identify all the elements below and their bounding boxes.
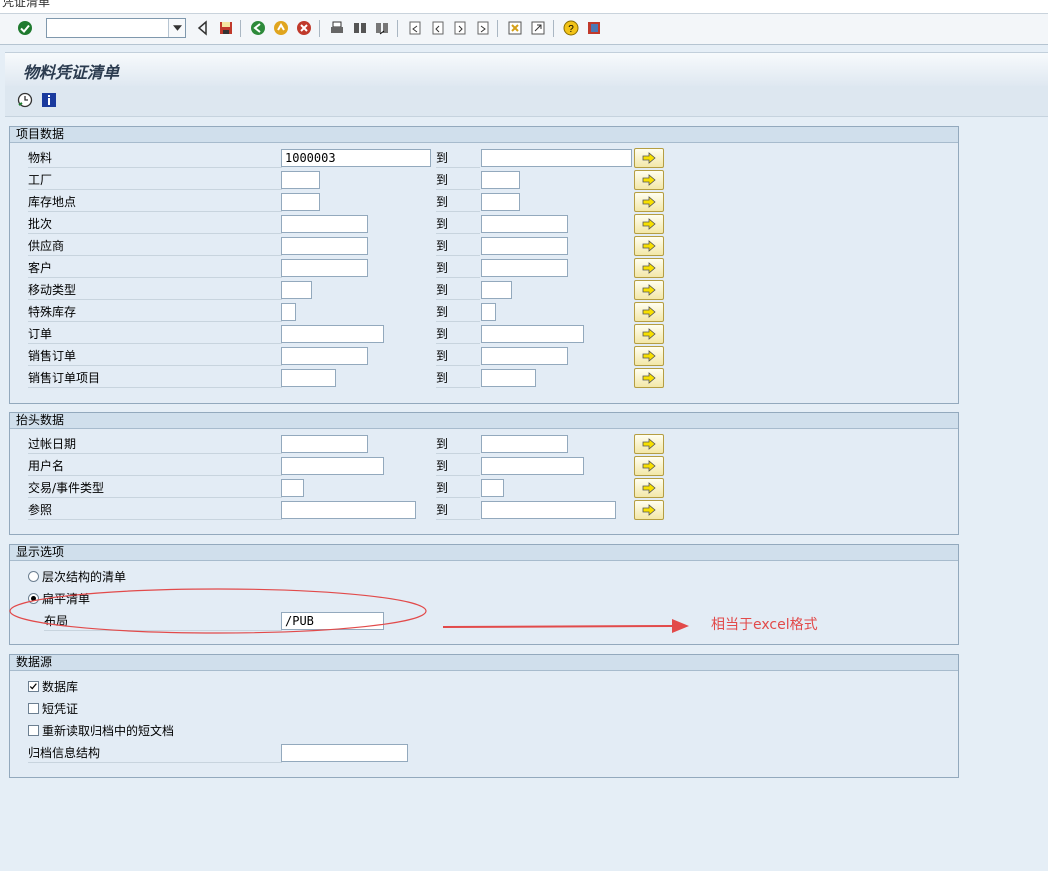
annotation-overlay — [9, 588, 689, 634]
annotation-ellipse — [9, 588, 427, 634]
annotation-arrow-line — [442, 625, 673, 628]
annotation-arrow-head — [672, 619, 689, 633]
annotation-text: 相当于excel格式 — [711, 617, 818, 633]
